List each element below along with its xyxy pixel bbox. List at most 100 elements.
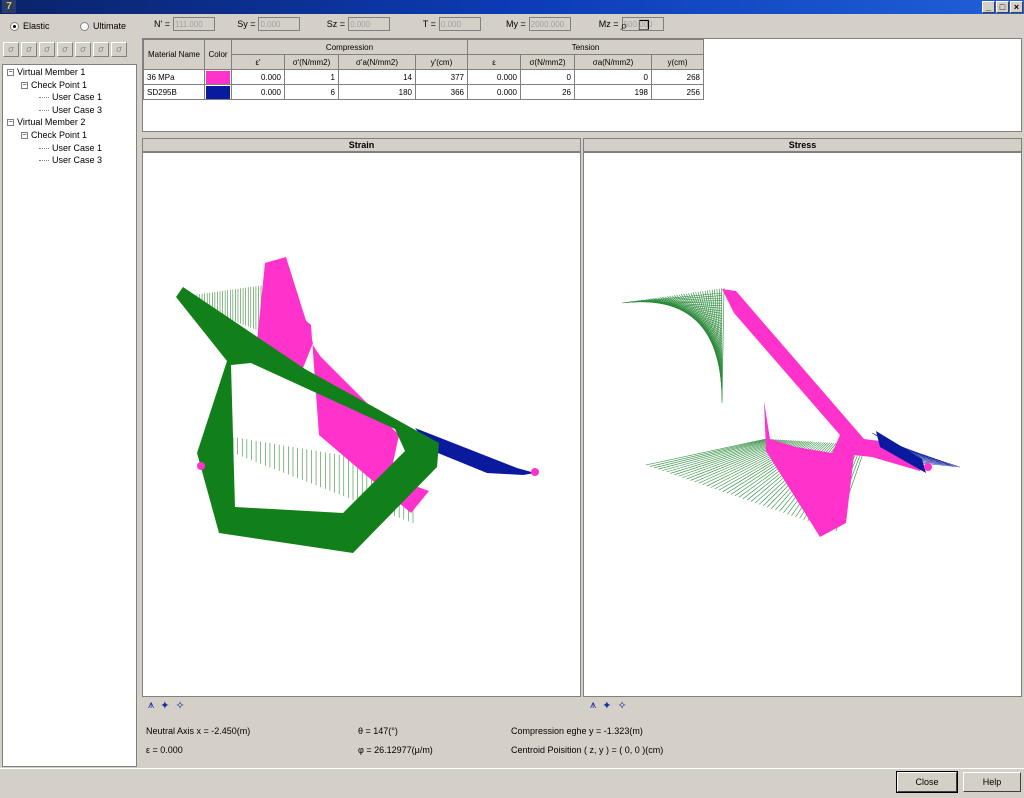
value-cell-c-sig: 6 <box>284 84 339 100</box>
compression-edge-text: Compression eghe y = -1.323(m) <box>511 726 643 736</box>
load-field-label: My = <box>506 19 526 29</box>
hatch-line <box>721 287 725 404</box>
close-button[interactable]: Close <box>896 771 958 793</box>
stress-plot[interactable] <box>583 152 1022 697</box>
value-cell-t-eps: 0.000 <box>467 84 521 100</box>
stress-canvas[interactable] <box>584 153 1021 696</box>
tree-item[interactable]: − Virtual Member 2 <box>7 117 85 128</box>
title-bar: 7 _ □ × <box>0 0 1024 14</box>
result-table-body: 36 MPa 0.000 1 14 377 0.000 0 0 268 SD295B 0.000 6 1… <box>143 69 704 100</box>
sigma-button-4[interactable]: σ <box>57 42 73 57</box>
elastic-radio[interactable]: Elastic <box>10 21 50 31</box>
sigma-button-6[interactable]: σ <box>93 42 109 57</box>
load-field-input[interactable] <box>438 17 481 31</box>
stress-tool-2-icon[interactable]: ✦ <box>602 699 611 712</box>
stress-panel-header: Stress <box>583 138 1022 152</box>
tree-expander-icon[interactable]: − <box>7 69 14 76</box>
sigma-button-5[interactable]: σ <box>75 42 91 57</box>
stress-node <box>924 463 932 471</box>
tree-expander-icon[interactable]: − <box>21 132 28 139</box>
tree-item[interactable]: − Virtual Member 1 <box>7 67 85 78</box>
color-cell[interactable] <box>204 84 232 100</box>
tree-connector <box>39 147 49 149</box>
strain-tool-3-icon[interactable]: ✧ <box>175 699 184 712</box>
load-field-3: Sz = <box>326 17 391 31</box>
value-cell-t-eps: 0.000 <box>467 69 521 85</box>
tree-expander-icon[interactable]: − <box>7 119 14 127</box>
tree-connector <box>39 109 49 111</box>
value-cell-c-eps: 0.000 <box>231 84 285 100</box>
stress-hatch <box>621 287 961 532</box>
sigma-button-2[interactable]: σ <box>21 42 37 57</box>
stress-tool-1-icon[interactable]: ⩚ <box>590 699 596 712</box>
load-field-5: My = <box>506 17 571 31</box>
zoom-icon[interactable]: ⌕ <box>616 18 632 34</box>
tree-item-label: Virtual Member 1 <box>17 67 86 77</box>
help-button[interactable]: Help <box>963 772 1021 792</box>
sigma-button-7[interactable]: σ <box>111 42 127 57</box>
col-material: Material Name <box>143 39 205 70</box>
ultimate-radio[interactable]: Ultimate <box>80 21 126 31</box>
material-cell: 36 MPa <box>143 69 205 85</box>
ultimate-radio-dot[interactable] <box>80 21 89 31</box>
tree-item[interactable]: User Case 3 <box>35 155 102 166</box>
minimize-button[interactable]: _ <box>982 1 995 13</box>
tree-connector <box>39 160 49 162</box>
col-t-sig: σ(N/mm2) <box>520 54 575 70</box>
load-field-input[interactable] <box>348 17 391 31</box>
color-cell[interactable] <box>204 69 232 85</box>
col-color: Color <box>204 39 232 70</box>
app-icon: 7 <box>2 0 16 13</box>
tree-item[interactable]: User Case 1 <box>35 92 102 103</box>
load-field-input[interactable] <box>528 17 571 31</box>
col-c-y: y'(cm) <box>415 54 468 70</box>
ultimate-label: Ultimate <box>93 21 127 31</box>
sigma-button-1[interactable]: σ <box>3 42 19 57</box>
strain-tools: ⩚ ✦ ✧ <box>148 699 185 712</box>
maximize-button[interactable]: □ <box>996 1 1009 13</box>
value-cell-c-y: 366 <box>415 84 468 100</box>
close-window-button[interactable]: × <box>1010 1 1023 13</box>
tree-item-label: User Case 1 <box>52 142 103 153</box>
tension-header: Tension <box>467 39 704 55</box>
copy-icon[interactable]: ❐ <box>636 18 652 34</box>
tree-item[interactable]: User Case 1 <box>35 143 102 154</box>
load-field-input[interactable] <box>172 17 215 31</box>
strain-node-left <box>197 462 205 470</box>
value-cell-c-sig: 1 <box>284 69 339 85</box>
tree-item[interactable]: − Check Point 1 <box>21 130 87 141</box>
color-swatch[interactable] <box>206 70 230 84</box>
theta-text: θ = 147(°) <box>358 726 398 736</box>
strain-tool-1-icon[interactable]: ⩚ <box>148 699 154 712</box>
load-field-label: Sy = <box>237 19 256 29</box>
elastic-radio-dot[interactable] <box>10 21 19 31</box>
strain-tool-2-icon[interactable]: ✦ <box>160 699 169 712</box>
epsilon-text: ε = 0.000 <box>146 745 183 755</box>
stress-tool-3-icon[interactable]: ✧ <box>617 699 626 712</box>
tree-item[interactable]: User Case 3 <box>35 105 102 116</box>
stress-tools: ⩚ ✦ ✧ <box>590 699 627 712</box>
centroid-text: Centroid Poisition ( z, y ) = ( 0, 0 )(c… <box>511 745 664 755</box>
tree-connector <box>39 97 49 99</box>
strain-canvas[interactable] <box>143 153 580 696</box>
result-table: Material Name Color Compression Tension … <box>143 39 704 100</box>
member-tree[interactable]: − Virtual Member 1− Check Point 1 User Case… <box>2 64 137 767</box>
tree-item-label: Virtual Member 2 <box>17 117 86 128</box>
value-cell-c-siga: 14 <box>338 69 416 85</box>
table-row[interactable]: 36 MPa 0.000 1 14 377 0.000 0 0 268 <box>143 69 704 85</box>
load-field-label: Sz = <box>326 19 346 29</box>
strain-plot[interactable] <box>142 152 581 697</box>
value-cell-t-y: 256 <box>651 84 704 100</box>
load-field-input[interactable] <box>258 17 301 31</box>
col-t-siga: σa(N/mm2) <box>574 54 652 70</box>
table-row[interactable]: SD295B 0.000 6 180 366 0.000 26 198 256 <box>143 84 704 100</box>
tree-expander-icon[interactable]: − <box>21 81 28 89</box>
elastic-label: Elastic <box>23 21 50 31</box>
color-swatch[interactable] <box>206 85 230 99</box>
result-table-area: Material Name Color Compression Tension … <box>142 38 1022 132</box>
value-cell-t-sig: 26 <box>520 84 575 100</box>
tree-item[interactable]: − Check Point 1 <box>21 80 87 91</box>
sigma-button-3[interactable]: σ <box>39 42 55 57</box>
load-field-1: N' = <box>154 17 215 31</box>
tree-item-label: User Case 1 <box>52 92 103 103</box>
